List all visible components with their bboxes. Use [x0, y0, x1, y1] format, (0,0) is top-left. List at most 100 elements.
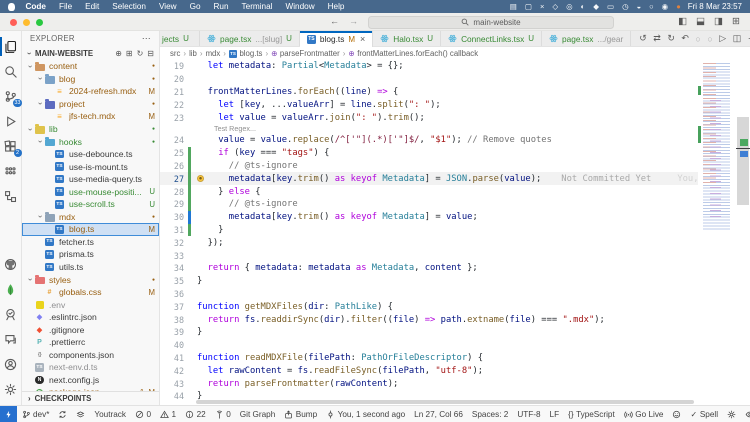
go-live[interactable]: Go Live	[619, 406, 668, 422]
flow-icon[interactable]	[0, 184, 22, 209]
menu-code[interactable]: Code	[19, 2, 52, 11]
line-number[interactable]: 31	[160, 225, 184, 235]
tree-item-utils-ts[interactable]: TS utils.ts	[22, 261, 159, 274]
code-line-20[interactable]: 20	[160, 73, 700, 86]
code-line-38[interactable]: 38 return fs.readdirSync(dir).filter((fi…	[160, 313, 700, 326]
nav-back-icon[interactable]: ←	[330, 16, 339, 26]
source-control-icon[interactable]: 33	[0, 84, 22, 109]
sync-icon[interactable]: ↻	[667, 33, 675, 44]
code-line-41[interactable]: 41 function readMDXFile(filePath: PathOrF…	[160, 352, 700, 365]
line-number[interactable]: 43	[160, 379, 184, 389]
tree-item--env[interactable]: .env	[22, 298, 159, 311]
line-number[interactable]: 27	[160, 174, 184, 184]
shortcuts-icon[interactable]: ◇	[552, 3, 558, 11]
line-number[interactable]: 44	[160, 391, 184, 401]
code-line-22[interactable]: 22 let [key, ...valueArr] = line.split("…	[160, 98, 700, 111]
tree-item-content[interactable]: › content ●	[22, 60, 159, 73]
line-number[interactable]: 37	[160, 302, 184, 312]
language-mode[interactable]: {} TypeScript	[564, 406, 620, 422]
menu-selection[interactable]: Selection	[106, 2, 153, 11]
tree-item-prisma-ts[interactable]: TS prisma.ts	[22, 248, 159, 261]
close-icon[interactable]: ×	[360, 34, 365, 44]
layers-icon[interactable]	[72, 406, 90, 422]
line-number[interactable]: 35	[160, 276, 184, 286]
code-line-27[interactable]: 27 metadata[key.trim() as keyof Metadata…	[160, 172, 709, 186]
code-editor[interactable]: 19 let metadata: Partial<Metadata> = {};…	[160, 60, 750, 405]
line-number[interactable]: 38	[160, 315, 184, 325]
eol[interactable]: LF	[545, 406, 564, 422]
line-number[interactable]: 41	[160, 353, 184, 363]
new-folder-icon[interactable]: ⊞	[126, 49, 133, 58]
checkpoints-section[interactable]: › CHECKPOINTS	[22, 391, 159, 405]
code-line-21[interactable]: 21 frontMatterLines.forEach((line) => {	[160, 86, 700, 99]
code-line-25[interactable]: 25 if (key === "tags") {	[160, 146, 700, 160]
tab-page-slug[interactable]: page.tsx ...[slug] U	[200, 31, 300, 46]
line-number[interactable]: 36	[160, 289, 184, 299]
spell-checker[interactable]: ✓ Spell	[686, 406, 723, 422]
tab-page-gear[interactable]: page.tsx .../gear	[542, 31, 632, 46]
line-number[interactable]: 28	[160, 187, 184, 197]
tree-item-globals-css[interactable]: # globals.css M	[22, 286, 159, 299]
code-line-31[interactable]: 31 }	[160, 223, 700, 237]
line-number[interactable]: 19	[160, 61, 184, 71]
tree-item-use-is-mount-ts[interactable]: TS use-is-mount.ts	[22, 160, 159, 173]
bump[interactable]: Bump	[280, 406, 322, 422]
tree-item-package-json[interactable]: ✓ package.json1, M	[22, 386, 159, 391]
tab-blog-ts[interactable]: TS blog.ts M ×	[299, 31, 374, 47]
code-line-35[interactable]: 35}	[160, 275, 700, 288]
tree-item-use-mouse-positi-[interactable]: TS use-mouse-positi... U	[22, 185, 159, 198]
tab-halo[interactable]: Halo.tsx U	[373, 31, 442, 46]
ports[interactable]: 0	[210, 406, 235, 422]
search-icon[interactable]: ○	[649, 3, 654, 11]
line-number[interactable]: 30	[160, 212, 184, 222]
tree-item-mdx[interactable]: › mdx ●	[22, 211, 159, 224]
problems-errors[interactable]: 0	[130, 406, 155, 422]
scrollbar-thumb[interactable]	[737, 117, 749, 205]
youtrack[interactable]: Youtrack	[90, 406, 131, 422]
line-number[interactable]: 29	[160, 199, 184, 209]
code-line-26[interactable]: 26 // @ts-ignore	[160, 159, 700, 173]
menu-run[interactable]: Run	[207, 2, 235, 11]
settings-gear-icon[interactable]	[0, 377, 22, 402]
workspace-section-header[interactable]: › MAIN-WEBSITE ⊕ ⊞ ↻ ⊟	[22, 46, 159, 60]
tree-item-blog-ts[interactable]: TS blog.ts M	[22, 223, 159, 236]
code-line-36[interactable]: 36	[160, 288, 700, 301]
menu-view[interactable]: View	[152, 2, 183, 11]
toggle-secondary-sidebar-icon[interactable]: ◨	[714, 16, 723, 27]
tree-item-fetcher-ts[interactable]: TS fetcher.ts	[22, 236, 159, 249]
tree-item-next-config-js[interactable]: Nnext.config.js	[22, 374, 159, 387]
command-center-search[interactable]: main-website	[368, 15, 614, 29]
refresh-icon[interactable]: ↻	[137, 49, 144, 58]
tree-item--gitignore[interactable]: ◆ .gitignore	[22, 323, 159, 336]
menu-clock[interactable]: Fri 8 Mar 23:57	[688, 2, 742, 11]
tree-item-components-json[interactable]: {} components.json	[22, 349, 159, 362]
encoding[interactable]: UTF-8	[513, 406, 545, 422]
github-icon[interactable]	[0, 252, 22, 277]
tree-item-use-media-query-ts[interactable]: TS use-media-query.ts	[22, 173, 159, 186]
comments-icon[interactable]	[0, 327, 22, 352]
tab-projects[interactable]: jects U	[160, 31, 200, 46]
line-number[interactable]: 34	[160, 263, 184, 273]
control-center-icon[interactable]: ◒	[637, 3, 642, 11]
code-line-19[interactable]: 19 let metadata: Partial<Metadata> = {};	[160, 60, 700, 73]
line-number[interactable]: 23	[160, 113, 184, 123]
eye-icon[interactable]	[741, 406, 750, 422]
tree-item--prettierrc[interactable]: P .prettierrc	[22, 336, 159, 349]
moon-icon[interactable]: ◐	[581, 3, 586, 11]
menu-go[interactable]: Go	[183, 2, 207, 11]
copilot-icon[interactable]	[668, 406, 686, 422]
codelens[interactable]: Test Regex...	[160, 124, 700, 134]
menu-help[interactable]: Help	[321, 2, 351, 11]
tree-item-next-env-d-ts[interactable]: TS next-env.d.ts	[22, 361, 159, 374]
code-line-29[interactable]: 29 // @ts-ignore	[160, 197, 700, 211]
git-branch[interactable]: dev*	[17, 406, 54, 422]
user-icon[interactable]: ◉	[662, 3, 669, 11]
display-icon[interactable]: ▢	[525, 3, 532, 11]
code-line-30[interactable]: 30 metadata[key.trim() as keyof Metadata…	[160, 210, 700, 224]
line-number[interactable]: 26	[160, 161, 184, 171]
record-dot-icon[interactable]: ●	[676, 3, 681, 11]
close-window-button[interactable]	[10, 18, 17, 26]
code-line-28[interactable]: 28 } else {	[160, 185, 700, 198]
code-line-24[interactable]: 24 value = value.replace(/^['"](.*)['"]$…	[160, 134, 700, 147]
tree-item-jfs-tech-mdx[interactable]: ≡ jfs-tech.mdx M	[22, 110, 159, 123]
